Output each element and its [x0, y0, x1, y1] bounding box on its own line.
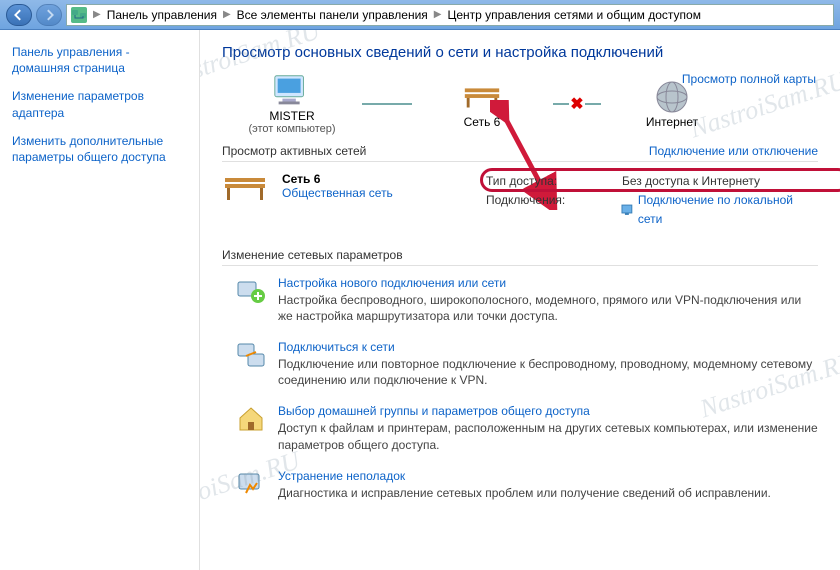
task-link[interactable]: Устранение неполадок	[278, 469, 771, 483]
node-label: Интернет	[646, 115, 698, 129]
connect-disconnect-link[interactable]: Подключение или отключение	[649, 144, 818, 158]
node-internet: Интернет	[602, 79, 742, 129]
breadcrumb-item[interactable]: Все элементы панели управления	[237, 8, 428, 22]
breadcrumb-item[interactable]: Центр управления сетями и общим доступом	[447, 8, 701, 22]
task-homegroup: Выбор домашней группы и параметров общег…	[236, 404, 818, 452]
network-name: Сеть 6	[282, 172, 472, 186]
connection-link[interactable]: Подключение по локальной сети	[620, 191, 818, 229]
task-description: Подключение или повторное подключение к …	[278, 356, 818, 388]
nav-back-button[interactable]	[6, 4, 32, 26]
network-type-link[interactable]: Общественная сеть	[282, 186, 472, 200]
connections-label: Подключения:	[486, 191, 614, 229]
task-link[interactable]: Подключиться к сети	[278, 340, 818, 354]
chevron-right-icon: ▶	[223, 9, 231, 20]
computer-icon	[271, 73, 313, 109]
sidebar: Панель управления - домашняя страница Из…	[0, 30, 200, 570]
task-link[interactable]: Настройка нового подключения или сети	[278, 276, 818, 290]
task-description: Диагностика и исправление сетевых пробле…	[278, 485, 771, 501]
page-title: Просмотр основных сведений о сети и наст…	[222, 44, 818, 61]
window-titlebar: ▶ Панель управления ▶ Все элементы панел…	[0, 0, 840, 30]
homegroup-icon	[236, 404, 266, 434]
x-icon: ✖	[569, 96, 585, 112]
section-label: Просмотр активных сетей	[222, 144, 366, 158]
task-link[interactable]: Выбор домашней группы и параметров общег…	[278, 404, 818, 418]
connection-broken: ✖	[552, 96, 602, 112]
connect-network-icon	[236, 340, 266, 370]
bench-icon	[461, 79, 503, 115]
network-center-icon	[71, 7, 87, 23]
task-description: Настройка беспроводного, широкополосного…	[278, 292, 818, 324]
sidebar-link-sharing-settings[interactable]: Изменить дополнительные параметры общего…	[12, 133, 187, 165]
connection-name: Подключение по локальной сети	[638, 191, 818, 229]
new-connection-icon	[236, 276, 266, 306]
chevron-right-icon: ▶	[434, 9, 442, 20]
troubleshoot-icon	[236, 469, 266, 499]
node-sublabel: (этот компьютер)	[248, 123, 335, 135]
connection-line	[362, 103, 412, 105]
address-bar[interactable]: ▶ Панель управления ▶ Все элементы панел…	[66, 4, 834, 26]
node-label: Сеть 6	[464, 115, 501, 129]
main-content: NastroiSam.RU NastroiSam.RU NastroiSam.R…	[200, 30, 840, 570]
view-full-map-link[interactable]: Просмотр полной карты	[682, 72, 816, 86]
breadcrumb-item[interactable]: Панель управления	[107, 8, 217, 22]
node-network: Сеть 6	[412, 79, 552, 129]
task-description: Доступ к файлам и принтерам, расположенн…	[278, 420, 818, 452]
nav-forward-button[interactable]	[36, 4, 62, 26]
access-type-label: Тип доступа:	[486, 172, 616, 191]
change-settings-header: Изменение сетевых параметров	[222, 248, 818, 266]
task-connect-network: Подключиться к сети Подключение или повт…	[236, 340, 818, 388]
sidebar-link-home[interactable]: Панель управления - домашняя страница	[12, 44, 187, 76]
chevron-right-icon: ▶	[93, 9, 101, 20]
access-type-value: Без доступа к Интернету	[622, 172, 760, 191]
lan-icon	[620, 203, 634, 217]
node-label: MISTER	[269, 109, 314, 123]
bench-icon	[222, 172, 268, 204]
active-networks-header: Просмотр активных сетей Подключение или …	[222, 141, 818, 162]
node-this-pc: MISTER (этот компьютер)	[222, 73, 362, 135]
active-network-item: Сеть 6 Общественная сеть Тип доступа: Бе…	[222, 172, 818, 230]
sidebar-link-adapter-settings[interactable]: Изменение параметров адаптера	[12, 88, 187, 120]
task-new-connection: Настройка нового подключения или сети На…	[236, 276, 818, 324]
task-troubleshoot: Устранение неполадок Диагностика и испра…	[236, 469, 818, 501]
